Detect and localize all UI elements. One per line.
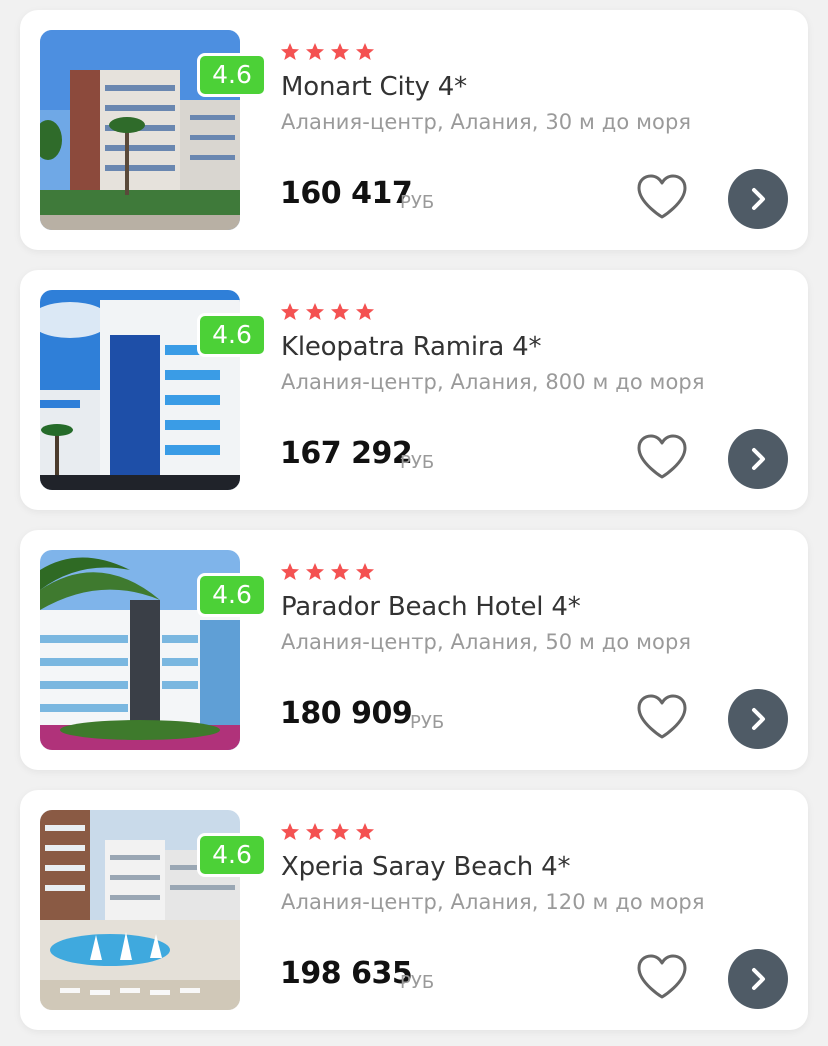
hotel-location: Алания-центр, Алания, 800 м до моря	[281, 370, 705, 394]
open-hotel-button[interactable]	[728, 689, 788, 749]
star-rating	[280, 42, 375, 64]
star-icon	[281, 563, 299, 580]
star-icon	[306, 563, 324, 580]
open-hotel-button[interactable]	[728, 429, 788, 489]
price-currency: РУБ	[400, 192, 435, 213]
star-icon	[281, 303, 299, 320]
hotel-card[interactable]: 4.6 Xperia Saray Beach 4* Алания-центр, …	[20, 790, 808, 1030]
favorite-button[interactable]	[635, 953, 689, 1001]
favorite-button[interactable]	[635, 693, 689, 741]
price-currency: РУБ	[400, 972, 435, 993]
rating-badge: 4.6	[197, 53, 267, 97]
rating-badge: 4.6	[197, 573, 267, 617]
heart-icon	[637, 174, 687, 219]
price-currency: РУБ	[410, 712, 445, 733]
favorite-button[interactable]	[635, 173, 689, 221]
rating-badge: 4.6	[197, 313, 267, 357]
star-icon	[331, 823, 349, 840]
favorite-button[interactable]	[635, 433, 689, 481]
star-rating	[280, 562, 375, 584]
star-icon	[356, 823, 374, 840]
hotel-list: 4.6 Monart City 4* Алания-центр, Алания,…	[0, 0, 828, 1046]
hotel-card[interactable]: 4.6 Parador Beach Hotel 4* Алания-центр,…	[20, 530, 808, 770]
star-icon	[331, 43, 349, 60]
hotel-price: 180 909	[280, 696, 413, 731]
hotel-name[interactable]: Xperia Saray Beach 4*	[281, 852, 570, 882]
hotel-location: Алания-центр, Алания, 30 м до моря	[281, 110, 692, 134]
star-icon	[356, 43, 374, 60]
heart-icon	[637, 954, 687, 999]
star-icon	[281, 823, 299, 840]
star-icon	[306, 823, 324, 840]
hotel-card[interactable]: 4.6 Kleopatra Ramira 4* Алания-центр, Ал…	[20, 270, 808, 510]
hotel-location: Алания-центр, Алания, 120 м до моря	[281, 890, 705, 914]
star-icon	[356, 303, 374, 320]
heart-icon	[637, 434, 687, 479]
chevron-right-icon	[752, 708, 765, 730]
hotel-name[interactable]: Monart City 4*	[281, 72, 467, 102]
star-icon	[306, 303, 324, 320]
star-icon	[306, 43, 324, 60]
chevron-right-icon	[752, 188, 765, 210]
hotel-name[interactable]: Kleopatra Ramira 4*	[281, 332, 542, 362]
star-icon	[331, 563, 349, 580]
hotel-card[interactable]: 4.6 Monart City 4* Алания-центр, Алания,…	[20, 10, 808, 250]
star-rating	[280, 822, 375, 844]
chevron-right-icon	[752, 968, 765, 990]
rating-badge: 4.6	[197, 833, 267, 877]
hotel-price: 160 417	[280, 176, 413, 211]
hotel-name[interactable]: Parador Beach Hotel 4*	[281, 592, 581, 622]
hotel-price: 198 635	[280, 956, 413, 991]
hotel-price: 167 292	[280, 436, 413, 471]
open-hotel-button[interactable]	[728, 949, 788, 1009]
chevron-right-icon	[752, 448, 765, 470]
star-icon	[356, 563, 374, 580]
heart-icon	[637, 694, 687, 739]
star-icon	[281, 43, 299, 60]
star-icon	[331, 303, 349, 320]
hotel-location: Алания-центр, Алания, 50 м до моря	[281, 630, 692, 654]
star-rating	[280, 302, 375, 324]
price-currency: РУБ	[400, 452, 435, 473]
open-hotel-button[interactable]	[728, 169, 788, 229]
